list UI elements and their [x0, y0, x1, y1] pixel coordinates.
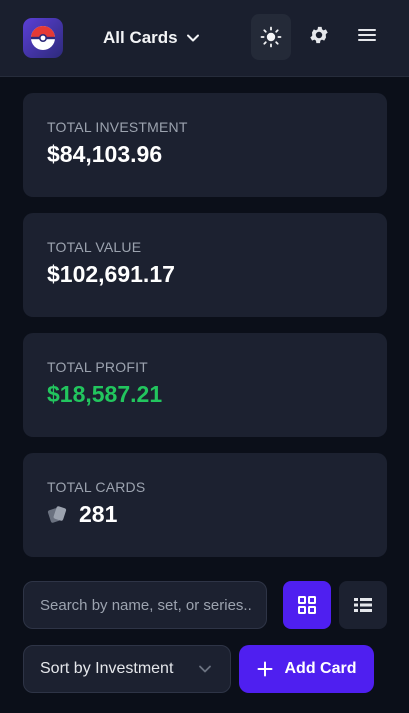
collection-label: All Cards [103, 28, 178, 47]
total-investment-card: TOTAL INVESTMENT $84,103.96 [23, 93, 387, 197]
settings-button[interactable] [299, 12, 339, 58]
total-profit-label: TOTAL PROFIT [47, 359, 148, 375]
list-icon [354, 598, 372, 612]
pokeball-icon [31, 26, 55, 50]
gear-icon [310, 26, 328, 44]
add-card-button[interactable]: Add Card [239, 645, 374, 693]
total-profit-value: $18,587.21 [47, 381, 163, 407]
chevron-down-icon [199, 665, 211, 673]
total-cards-label: TOTAL CARDS [47, 479, 146, 495]
total-value-card: TOTAL VALUE $102,691.17 [23, 213, 387, 317]
total-cards-card: TOTAL CARDS 281 [23, 453, 387, 557]
grid-view-button[interactable] [283, 581, 331, 629]
hamburger-menu-icon [358, 29, 376, 41]
sun-icon [260, 26, 282, 48]
theme-toggle-button[interactable] [251, 14, 291, 60]
collection-dropdown[interactable]: All Cards [103, 26, 200, 50]
chevron-down-icon [186, 34, 199, 42]
app-header: All Cards [0, 0, 409, 77]
sort-dropdown[interactable]: Sort by Investment [23, 645, 231, 693]
total-profit-card: TOTAL PROFIT $18,587.21 [23, 333, 387, 437]
grid-icon [298, 596, 316, 614]
list-view-button[interactable] [339, 581, 387, 629]
sort-label: Sort by Investment [40, 660, 174, 677]
total-investment-value: $84,103.96 [47, 141, 163, 167]
app-logo[interactable] [23, 18, 63, 58]
menu-button[interactable] [347, 12, 387, 58]
plus-icon [257, 661, 272, 677]
search-input[interactable] [24, 582, 266, 628]
search-field[interactable] [23, 581, 267, 629]
total-value-value: $102,691.17 [47, 261, 175, 287]
total-value-label: TOTAL VALUE [47, 239, 142, 255]
add-card-label: Add Card [284, 660, 357, 677]
cards-icon [47, 506, 67, 523]
total-investment-label: TOTAL INVESTMENT [47, 119, 188, 135]
total-cards-value: 281 [79, 501, 118, 527]
